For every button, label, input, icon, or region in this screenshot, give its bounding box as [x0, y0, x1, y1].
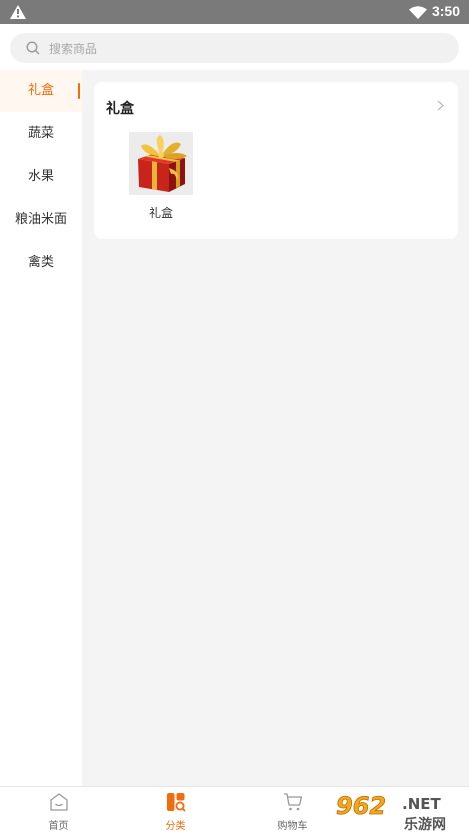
category-card: 礼盒 礼盒 [94, 82, 458, 239]
warning-icon [10, 5, 26, 19]
watermark-logo: 962 .NET 乐游网 [330, 787, 469, 834]
search-input[interactable]: 搜索商品 [10, 33, 459, 63]
status-time: 3:50 [431, 3, 460, 19]
sidebar-item-gift-box[interactable]: 礼盒 [0, 70, 82, 112]
svg-text:.NET: .NET [402, 795, 441, 813]
sidebar-item-grain-oil[interactable]: 粮油米面 [0, 199, 82, 241]
nav-home[interactable]: 首页 [0, 787, 117, 834]
active-indicator [78, 83, 80, 99]
search-placeholder: 搜索商品 [49, 42, 98, 56]
sidebar-item-vegetables[interactable]: 蔬菜 [0, 113, 82, 155]
sidebar-item-label: 禽类 [27, 255, 54, 270]
home-icon [50, 793, 68, 811]
sidebar-item-fruit[interactable]: 水果 [0, 156, 82, 198]
product-item[interactable]: 礼盒 [129, 132, 193, 221]
category-icon [167, 793, 186, 812]
svg-text:962: 962 [336, 792, 386, 820]
sidebar-item-poultry[interactable]: 禽类 [0, 242, 82, 284]
watermark-graphic: 962 .NET 乐游网 [330, 787, 469, 834]
sidebar-item-label: 粮油米面 [14, 212, 67, 227]
search-bar: 搜索商品 [0, 24, 469, 70]
cart-icon [284, 793, 303, 811]
nav-category-label: 分类 [165, 821, 186, 832]
sidebar-item-label: 水果 [27, 169, 54, 184]
svg-text:乐游网: 乐游网 [404, 816, 446, 833]
section-title: 礼盒 [106, 101, 134, 117]
search-icon [26, 41, 40, 55]
chevron-right-icon[interactable] [437, 100, 444, 111]
status-bar: 3:50 [0, 0, 469, 24]
sidebar-item-label: 蔬菜 [27, 126, 54, 141]
nav-home-label: 首页 [48, 821, 69, 832]
gift-box-icon [129, 132, 193, 195]
category-sidebar: 礼盒 蔬菜 水果 粮油米面 禽类 [0, 70, 82, 786]
product-image [129, 132, 193, 195]
product-name: 礼盒 [148, 206, 173, 220]
wifi-icon [409, 6, 427, 19]
sidebar-item-label: 礼盒 [27, 83, 54, 98]
nav-category[interactable]: 分类 [117, 787, 234, 834]
